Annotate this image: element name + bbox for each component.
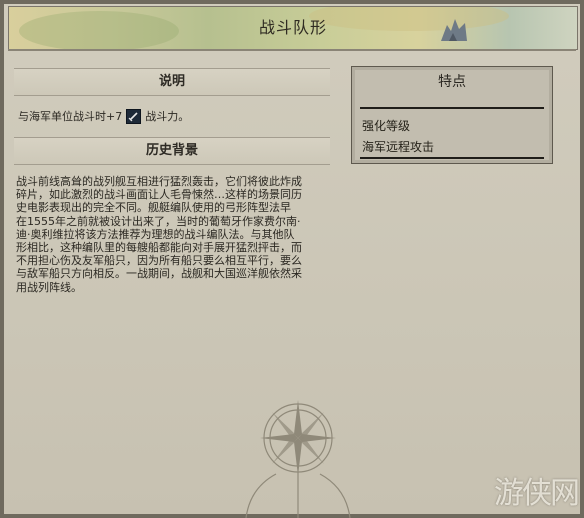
watermark: 游侠网 (494, 476, 580, 511)
sword-icon (126, 108, 142, 124)
feature-item: 强化等级 (362, 119, 411, 133)
description-text-before: 与海军单位战斗时+7 (18, 110, 123, 123)
history-line: 用战列阵线。 (16, 280, 82, 294)
history-line: 迪·奥利维拉将该方法推荐为理想的战斗编队法。与其他队 (16, 227, 295, 241)
description-text-after: 战斗力。 (145, 110, 190, 123)
history-line: 不用担心伤及友军船只，因为所有船只要么相互平行，要么 (16, 254, 302, 268)
features-divider (360, 157, 544, 159)
compass-icon (245, 400, 351, 518)
history-line: 战斗前线高耸的战列舰互相进行猛烈轰击，它们将彼此炸成 (16, 175, 302, 188)
feature-item: 海军远程攻击 (362, 140, 435, 154)
history-line: 在1555年之前就被设计出来了，当时的葡萄牙作家费尔南· (16, 214, 301, 228)
history-heading: 历史背景 (14, 137, 330, 165)
history-line: 与敌军船只方向相反。一战期间，战舰和大国巡洋舰依然采 (16, 267, 302, 281)
description-text: 与海军单位战斗时+7 战斗力。 (18, 108, 189, 124)
history-line: 史电影表现出的完全不同。舰艇编队使用的弓形阵型法早 (16, 201, 291, 215)
history-text: 战斗前线高耸的战列舰互相进行猛烈轰击，它们将彼此炸成 碎片，如此激烈的战斗画面让… (16, 175, 340, 294)
description-heading: 说明 (14, 68, 330, 96)
features-divider (360, 107, 544, 109)
title-banner: 战斗队形 (8, 6, 578, 50)
features-title: 特点 (438, 74, 466, 90)
header-divider (8, 49, 576, 51)
page-title: 战斗队形 (258, 18, 327, 37)
features-panel: 特点 强化等级 海军远程攻击 (351, 66, 553, 164)
history-line: 形相比，这种编队里的每艘船都能向对手展开猛烈抨击，而 (16, 241, 302, 255)
history-line: 碎片，如此激烈的战斗画面让人毛骨悚然…这样的场景同历 (16, 188, 302, 202)
